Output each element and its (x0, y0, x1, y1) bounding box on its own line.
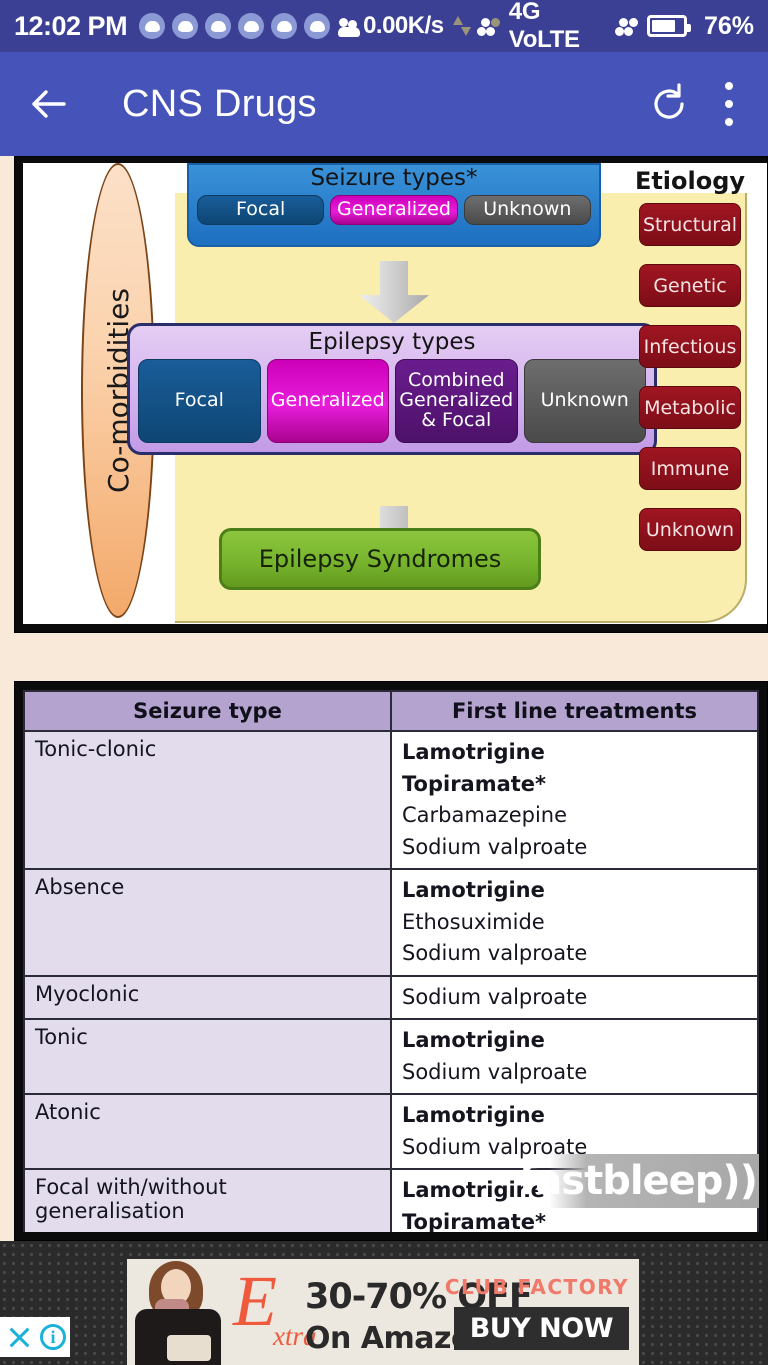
discord-icon (172, 13, 199, 39)
battery-percent-label: 76% (703, 11, 754, 40)
etiology-column: Etiology Structural Genetic Infectious M… (635, 167, 745, 569)
epilepsy-chip-combined[interactable]: Combined Generalized & Focal (395, 359, 518, 443)
etiology-chip-structural[interactable]: Structural (639, 203, 741, 246)
etiology-title: Etiology (634, 167, 746, 195)
ad-banner[interactable]: E xtra 30-70% OFF On Amazon Price CLUB F… (127, 1259, 639, 1365)
discord-icon (238, 13, 265, 39)
info-icon[interactable]: i (40, 1324, 66, 1350)
treatment-table: Seizure type First line treatments Tonic… (23, 690, 759, 1232)
signal-dots-icon (612, 16, 639, 36)
treatment-item: Ethosuximide (402, 909, 545, 934)
seizure-types-title: Seizure types* (310, 165, 478, 191)
treatment-item: Lamotrigine (402, 1103, 545, 1127)
etiology-chip-genetic[interactable]: Genetic (639, 264, 741, 307)
epilepsy-syndromes-box[interactable]: Epilepsy Syndromes (219, 528, 541, 590)
treatment-item: Carbamazepine (402, 803, 568, 827)
epilepsy-types-title: Epilepsy types (308, 329, 476, 355)
epilepsy-chip-unknown[interactable]: Unknown (523, 359, 646, 443)
epilepsy-types-box: Epilepsy types Focal Generalized Combine… (127, 323, 657, 455)
back-arrow-icon[interactable] (26, 81, 72, 127)
etiology-chip-unknown[interactable]: Unknown (639, 508, 741, 551)
treatment-item: Topiramate* (402, 771, 547, 796)
seizure-chip-generalized[interactable]: Generalized (330, 195, 458, 225)
diagram-canvas: Co-morbidities Seizure types* Focal Gene… (23, 163, 767, 624)
discord-icon (304, 13, 331, 39)
ad-headline-mark: E (233, 1261, 277, 1341)
cell-first-line-treatments: Lamotrigine Ethosuximide Sodium valproate (390, 868, 759, 977)
ad-text-block: E xtra 30-70% OFF On Amazon Price CLUB F… (227, 1259, 639, 1365)
cell-first-line-treatments: Sodium valproate (390, 974, 759, 1020)
status-bar-time: 12:02 PM (14, 10, 128, 41)
app-bar-actions (648, 82, 742, 126)
etiology-chip-infectious[interactable]: Infectious (639, 325, 741, 368)
ad-brand-label: CLUB FACTORY (444, 1275, 629, 1299)
up-down-arrows-icon (452, 13, 471, 39)
cell-seizure-type: Absence (23, 868, 392, 977)
seizure-types-box: Seizure types* Focal Generalized Unknown (187, 163, 601, 247)
seizure-chip-focal[interactable]: Focal (197, 195, 325, 225)
treatment-item: Lamotrigine (402, 878, 545, 902)
overflow-menu-icon[interactable] (724, 82, 734, 126)
cell-first-line-treatments: Lamotrigine Topiramate* Carbamazepine Sodiu… (390, 730, 759, 870)
cell-seizure-type: Tonic (23, 1018, 392, 1095)
etiology-chip-immune[interactable]: Immune (639, 447, 741, 490)
epilepsy-chip-focal[interactable]: Focal (138, 359, 261, 443)
data-rate-label: 0.00K/s (363, 12, 444, 39)
signal-dots-icon (474, 16, 500, 36)
discord-icon (139, 13, 166, 39)
page-title: CNS Drugs (122, 82, 317, 125)
table-row: Tonic-clonic Lamotrigine Topiramate* Carbam… (23, 730, 759, 870)
network-type-label: 4G VoLTE (508, 0, 580, 53)
status-bar-notification-icons (139, 13, 363, 39)
discord-icon (271, 13, 298, 39)
close-icon[interactable] (6, 1324, 32, 1350)
status-bar-right-group: 0.00K/s 4G VoLTE 76% (363, 0, 754, 54)
cell-seizure-type: Atonic (23, 1093, 392, 1170)
epilepsy-types-chip-row: Focal Generalized Combined Generalized &… (130, 359, 654, 443)
treatment-item: Lamotrigine (402, 1028, 545, 1052)
ad-buy-now-button[interactable]: BUY NOW (453, 1307, 629, 1350)
refresh-icon[interactable] (648, 83, 690, 125)
table-canvas: Seizure type First line treatments Tonic… (23, 690, 759, 1232)
treatment-item: Sodium valproate (402, 941, 588, 965)
scroll-content[interactable]: Co-morbidities Seizure types* Focal Gene… (0, 156, 768, 1241)
table-row: Myoclonic Sodium valproate (23, 974, 759, 1020)
table-header-first-line: First line treatments (390, 690, 759, 732)
epilepsy-classification-diagram[interactable]: Co-morbidities Seizure types* Focal Gene… (14, 156, 768, 633)
table-header-seizure-type: Seizure type (23, 690, 392, 732)
ad-container[interactable]: E xtra 30-70% OFF On Amazon Price CLUB F… (0, 1241, 768, 1365)
cell-seizure-type: Myoclonic (23, 974, 392, 1020)
cell-seizure-type: Focal with/without generalisation (23, 1168, 392, 1232)
fastbleep-watermark: fastbleep)) (519, 1154, 759, 1208)
discord-icon (205, 13, 232, 39)
epilepsy-chip-generalized[interactable]: Generalized (266, 359, 389, 443)
ad-controls[interactable]: i (0, 1317, 70, 1357)
etiology-chip-metabolic[interactable]: Metabolic (639, 386, 741, 429)
table-row: Tonic Lamotrigine Sodium valproate (23, 1018, 759, 1095)
battery-icon (647, 15, 691, 37)
treatment-item: Sodium valproate (402, 1059, 588, 1084)
treatment-item: Lamotrigine (402, 740, 545, 764)
table-header-row: Seizure type First line treatments (23, 690, 759, 732)
seizure-chip-unknown[interactable]: Unknown (463, 195, 591, 225)
cell-first-line-treatments: Lamotrigine Sodium valproate (390, 1018, 759, 1095)
first-line-treatments-table-card[interactable]: Seizure type First line treatments Tonic… (14, 681, 768, 1241)
treatment-item: Topiramate* (402, 1209, 547, 1233)
cell-seizure-type: Tonic-clonic (23, 730, 392, 870)
treatment-item: Sodium valproate (402, 834, 588, 859)
status-bar: 12:02 PM 0.00K/s 4G VoLTE 76% (0, 0, 768, 54)
app-bar: CNS Drugs (0, 52, 768, 156)
seizure-types-chip-row: Focal Generalized Unknown (189, 195, 599, 225)
treatment-item: Sodium valproate (402, 984, 588, 1009)
people-icon (337, 13, 363, 39)
table-row: Absence Lamotrigine Ethosuximide Sodium val… (23, 868, 759, 977)
ad-model-image (127, 1259, 227, 1365)
